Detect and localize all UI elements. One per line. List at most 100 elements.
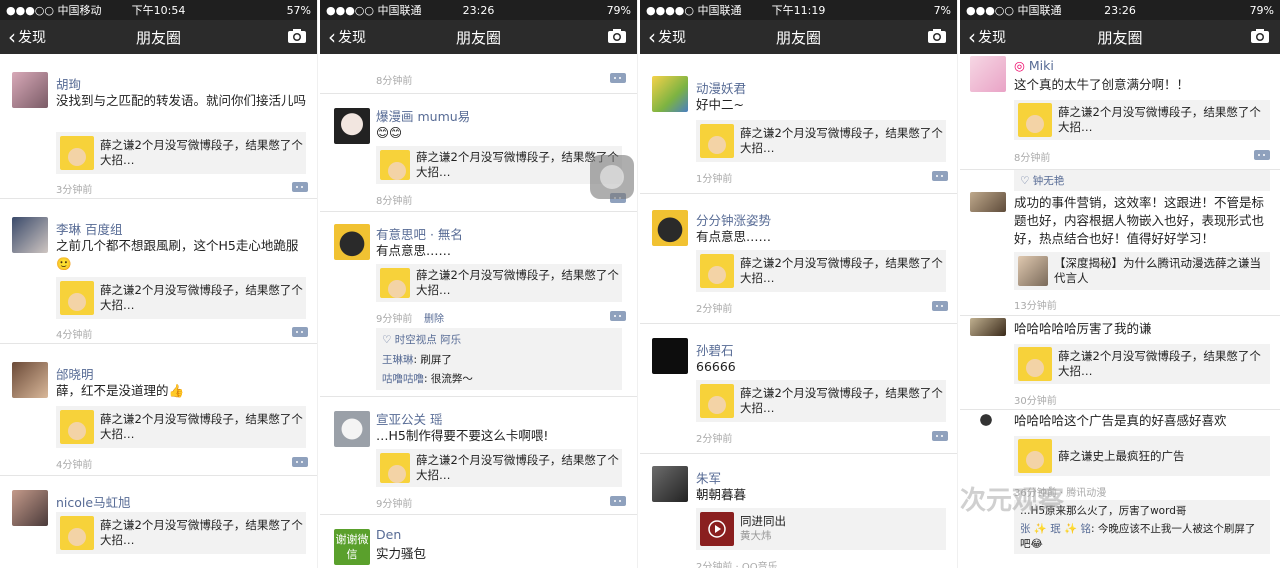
shared-link-card[interactable]: 薛之谦2个月没写微博段子，结果憋了个大招… [696, 380, 946, 422]
likes-names[interactable]: 时空视点 阿乐 [395, 334, 461, 346]
author-name[interactable]: 孙碧石 [696, 340, 734, 359]
author-name[interactable]: 朱军 [696, 468, 721, 487]
avatar[interactable] [970, 318, 1006, 336]
avatar[interactable] [12, 217, 48, 253]
more-icon[interactable] [610, 496, 626, 506]
link-thumbnail [700, 254, 734, 288]
shared-link-card[interactable]: 薛之谦2个月没写微博段子，结果憋了个大招… [1014, 344, 1270, 384]
author-name-label[interactable]: Miki [1029, 58, 1054, 73]
likes-names[interactable]: 钟无艳 [1033, 175, 1065, 187]
status-bar: ●●●○○ 中国联通 23:26 79% [320, 0, 637, 20]
comment-author[interactable]: 咕噜咕噜 [382, 373, 424, 385]
author-name[interactable]: 动漫妖君 [696, 78, 746, 97]
avatar[interactable] [652, 338, 688, 374]
author-name[interactable]: 胡珣 [56, 74, 81, 93]
link-title: 薛之谦2个月没写微博段子，结果憋了个大招… [1058, 105, 1261, 134]
avatar[interactable] [652, 466, 688, 502]
shared-link-card[interactable]: 薛之谦2个月没写微博段子，结果憋了个大招… [56, 132, 306, 174]
back-button[interactable]: ‹ 发现 [8, 20, 46, 54]
heart-icon: ♡ [1020, 175, 1033, 187]
shared-link-card[interactable]: 薛之谦2个月没写微博段子，结果憋了个大招… [696, 250, 946, 292]
avatar[interactable] [334, 224, 370, 260]
more-icon[interactable] [932, 431, 948, 441]
author-name[interactable]: nicole马虹旭 [56, 492, 131, 511]
phone-panel-1: ●●●○○ 中国移动 下午10:54 57% ‹ 发现 朋友圈 胡珣 没找到与之匹… [0, 0, 318, 568]
more-icon[interactable] [292, 457, 308, 467]
shared-link-card[interactable]: 薛之谦2个月没写微博段子，结果憋了个大招… [376, 146, 622, 184]
carrier-label: ●●●○○ 中国联通 [326, 4, 422, 17]
shared-link-card[interactable]: 薛之谦2个月没写微博段子，结果憋了个大招… [56, 277, 306, 319]
back-button[interactable]: ‹ 发现 [648, 20, 686, 54]
more-icon[interactable] [932, 301, 948, 311]
link-thumbnail [60, 136, 94, 170]
post-time: 13分钟前 [1014, 301, 1057, 312]
feed-post: 动漫妖君 好中二~ 薛之谦2个月没写微博段子，结果憋了个大招… 1分钟前 [640, 54, 957, 194]
floating-assistive-touch-icon[interactable] [590, 155, 634, 199]
screenshot-collage: ●●●○○ 中国移动 下午10:54 57% ‹ 发现 朋友圈 胡珣 没找到与之匹… [0, 0, 1280, 568]
link-title: 薛之谦史上最疯狂的广告 [1058, 448, 1185, 463]
link-title: 【深度揭秘】为什么腾讯动漫选薛之谦当代言人 [1054, 256, 1261, 285]
more-icon[interactable] [610, 73, 626, 83]
author-name[interactable]: 宣亚公关 瑶 [376, 409, 442, 428]
avatar[interactable] [970, 192, 1006, 212]
avatar[interactable] [334, 411, 370, 447]
author-name[interactable]: 邰晓明 [56, 364, 94, 383]
post-time: 4分钟前 [56, 460, 93, 471]
feed-post: nicole马虹旭 薛之谦2个月没写微博段子，结果憋了个大招… [0, 476, 317, 568]
back-button[interactable]: ‹ 发现 [328, 20, 366, 54]
link-title: 薛之谦2个月没写微博段子，结果憋了个大招… [1058, 349, 1261, 378]
play-icon[interactable] [700, 512, 734, 546]
avatar[interactable] [652, 76, 688, 112]
shared-link-card[interactable]: 【深度揭秘】为什么腾讯动漫选薛之谦当代言人 [1014, 252, 1270, 290]
post-text: 😊😊 [376, 125, 403, 140]
nav-bar: ‹ 发现 朋友圈 [0, 20, 317, 54]
back-button[interactable]: ‹ 发现 [968, 20, 1006, 54]
more-icon[interactable] [292, 182, 308, 192]
post-time: 1分钟前 [696, 174, 733, 185]
camera-icon[interactable] [607, 28, 627, 44]
shared-link-card[interactable]: 薛之谦2个月没写微博段子，结果憋了个大招… [56, 512, 306, 554]
author-name[interactable]: 李琳 百度组 [56, 219, 122, 238]
camera-icon[interactable] [287, 28, 307, 44]
avatar[interactable] [652, 210, 688, 246]
camera-icon[interactable] [1250, 28, 1270, 44]
shared-music-card[interactable]: 同进同出 黄大炜 [696, 508, 946, 550]
carrier-label: ●●●○○ 中国联通 [966, 4, 1062, 17]
more-icon[interactable] [292, 327, 308, 337]
post-time: 2分钟前 · QQ音乐 [696, 562, 778, 568]
battery-label: 57% [286, 3, 312, 17]
more-icon[interactable] [610, 311, 626, 321]
page-title: 朋友圈 [455, 28, 501, 47]
link-title: 薛之谦2个月没写微博段子，结果憋了个大招… [740, 126, 943, 155]
author-name[interactable]: 分分钟涨姿势 [696, 210, 771, 229]
author-name[interactable]: 有意思吧 · 無名 [376, 224, 463, 243]
camera-icon[interactable] [927, 28, 947, 44]
shared-link-card[interactable]: 薛之谦2个月没写微博段子，结果憋了个大招… [56, 406, 306, 448]
avatar[interactable] [334, 108, 370, 144]
carrier-label: ●●●●○ 中国联通 [646, 4, 742, 17]
author-name[interactable]: Den [376, 527, 401, 542]
shared-link-card[interactable]: 薛之谦2个月没写微博段子，结果憋了个大招… [696, 120, 946, 162]
avatar[interactable] [970, 56, 1006, 92]
delete-link[interactable]: 删除 [424, 310, 444, 325]
link-thumbnail [1018, 256, 1048, 286]
chevron-left-icon: ‹ [648, 25, 656, 49]
more-icon[interactable] [1254, 150, 1270, 160]
shared-link-card[interactable]: 薛之谦史上最疯狂的广告 [1014, 436, 1270, 476]
shared-link-card[interactable]: 薛之谦2个月没写微博段子，结果憋了个大招… [376, 449, 622, 487]
shared-link-card[interactable]: 薛之谦2个月没写微博段子，结果憋了个大招… [376, 264, 622, 302]
comment-author[interactable]: 王琳琳 [382, 354, 414, 366]
shared-link-card[interactable]: 薛之谦2个月没写微博段子，结果憋了个大招… [1014, 100, 1270, 140]
avatar[interactable] [12, 362, 48, 398]
comment-author[interactable]: 张 ✨ 珉 ✨ 铭 [1020, 523, 1091, 535]
avatar[interactable]: 谢谢微信 [334, 529, 370, 565]
author-name[interactable]: 爆漫画 mumu易 [376, 106, 470, 125]
avatar[interactable] [12, 490, 48, 526]
battery-label: 7% [933, 3, 952, 17]
likes-box: ♡ 时空视点 阿乐 王琳琳: 刷屏了 咕噜咕噜: 很流弊～ [376, 328, 622, 390]
avatar[interactable] [12, 72, 48, 108]
page-title: 朋友圈 [135, 28, 181, 47]
more-icon[interactable] [932, 171, 948, 181]
watermark-text: 次元观察 [960, 486, 1065, 516]
avatar[interactable] [976, 410, 996, 430]
